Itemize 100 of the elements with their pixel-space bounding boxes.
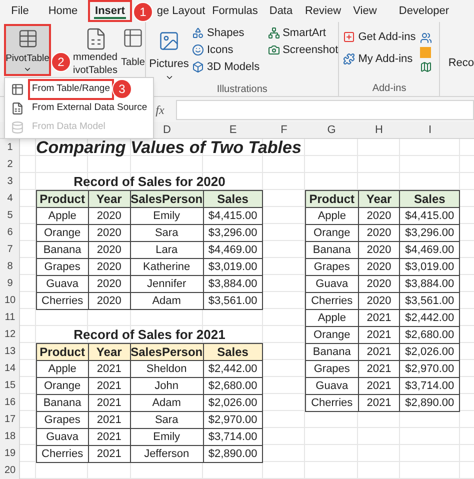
- row-number[interactable]: 14: [0, 360, 20, 377]
- table-cell: Cherries: [306, 394, 358, 412]
- ribbon-item[interactable]: Screenshot: [268, 43, 338, 57]
- pivot-table-button[interactable]: PivotTable: [4, 24, 51, 76]
- ribbon-item[interactable]: Get Add-ins: [343, 30, 416, 44]
- row-number[interactable]: 15: [0, 377, 20, 394]
- column-heading: Year: [88, 190, 130, 208]
- button-label[interactable]: mmended: [73, 52, 118, 64]
- table-cell: Apple: [36, 360, 88, 378]
- ribbon-item[interactable]: SmartArt: [268, 26, 338, 40]
- row-number[interactable]: 7: [0, 241, 20, 258]
- table-cell: Guava: [36, 276, 88, 292]
- row-number[interactable]: 8: [0, 258, 20, 275]
- column-header[interactable]: H: [358, 122, 400, 139]
- row-number[interactable]: 13: [0, 343, 20, 360]
- column-header[interactable]: E: [203, 122, 263, 139]
- ribbon-item[interactable]: Shapes: [192, 26, 260, 40]
- menu-item[interactable]: From External Data Source: [28, 98, 152, 119]
- table-caption: Record of Sales for 2020: [72, 173, 226, 190]
- table-cell: 2021: [358, 360, 400, 378]
- ribbon-tab[interactable]: Home: [38, 0, 88, 22]
- row-number[interactable]: 1: [0, 139, 20, 156]
- column-heading: Sales: [400, 190, 460, 208]
- ribbon-tab[interactable]: ge Layout: [154, 0, 208, 22]
- column-header[interactable]: G: [305, 122, 358, 139]
- button-label[interactable]: Reco: [440, 22, 474, 96]
- map-icon[interactable]: [420, 61, 432, 73]
- formula-field[interactable]: [176, 100, 474, 120]
- table-cell: $2,970.00: [203, 412, 262, 428]
- row-number[interactable]: 11: [0, 309, 20, 326]
- row-number[interactable]: 2: [0, 156, 20, 173]
- table-cell: 2020: [358, 242, 400, 258]
- pictures-button[interactable]: Pictures: [150, 26, 188, 82]
- table-cell: $3,296.00: [400, 224, 460, 242]
- ribbon-tab[interactable]: Formulas: [208, 0, 262, 22]
- ribbon-tab[interactable]: Insert: [88, 0, 132, 22]
- function-icon[interactable]: fx: [150, 100, 170, 118]
- row-number[interactable]: 12: [0, 326, 20, 343]
- row-number[interactable]: 19: [0, 445, 20, 462]
- button-label[interactable]: ivotTables: [73, 65, 118, 77]
- column-header[interactable]: I: [400, 122, 460, 139]
- ribbon-tab[interactable]: Developer: [384, 0, 464, 22]
- table-cell: $2,970.00: [400, 360, 460, 378]
- diagram-icon: [268, 27, 280, 39]
- table-cell: Adam: [130, 394, 204, 412]
- row-number[interactable]: 18: [0, 428, 20, 445]
- ribbon-tab[interactable]: View: [346, 0, 384, 22]
- table-cell: Orange: [306, 326, 358, 344]
- table-cell: John: [130, 378, 204, 394]
- table-cell: $3,884.00: [400, 276, 460, 292]
- table-cell: Katherine: [130, 258, 204, 276]
- table-cell: Grapes: [36, 412, 88, 428]
- table-cell: $2,442.00: [400, 310, 460, 326]
- column-header[interactable]: F: [263, 122, 305, 139]
- group-label: Illustrations: [216, 82, 268, 96]
- table-cell: 2021: [88, 412, 130, 428]
- table-cell: Emily: [130, 428, 204, 446]
- table-cell: Cherries: [36, 446, 88, 462]
- table-cell: 2020: [88, 208, 130, 224]
- menu-item[interactable]: From Table/Range: [28, 79, 114, 100]
- table-cell: Jennifer: [130, 276, 204, 292]
- ribbon-tab[interactable]: Review: [300, 0, 346, 22]
- ribbon-item[interactable]: 3D Models: [192, 60, 260, 74]
- ribbon-tab[interactable]: File: [2, 0, 38, 22]
- table-cell: 2021: [88, 394, 130, 412]
- table-cell: $4,469.00: [400, 242, 460, 258]
- row-number[interactable]: 10: [0, 292, 20, 309]
- row-number[interactable]: 6: [0, 224, 20, 241]
- table-cell: Banana: [306, 242, 358, 258]
- table-cell: 2020: [358, 208, 400, 224]
- table-cell: 2020: [358, 292, 400, 310]
- table-cell: Sheldon: [130, 360, 204, 378]
- table-cell: 2021: [88, 428, 130, 446]
- table-cell: Grapes: [306, 258, 358, 276]
- table-button[interactable]: Table: [121, 24, 145, 70]
- table-cell: Banana: [36, 242, 88, 258]
- table-cell: Cherries: [36, 292, 88, 310]
- table-cell: $3,561.00: [203, 292, 262, 310]
- row-number[interactable]: 20: [0, 462, 20, 479]
- table-cell: 2020: [358, 276, 400, 292]
- column-heading: Sales: [203, 190, 262, 208]
- ribbon-item[interactable]: My Add-ins: [343, 52, 416, 66]
- row-number[interactable]: 9: [0, 275, 20, 292]
- row-number[interactable]: 17: [0, 411, 20, 428]
- shapes-icon: [192, 27, 204, 39]
- ribbon-tab[interactable]: Data: [262, 0, 300, 22]
- column-heading: SalesPerson: [130, 344, 204, 360]
- column-heading: Year: [358, 190, 400, 208]
- row-number[interactable]: 16: [0, 394, 20, 411]
- table-caption: Record of Sales for 2021: [72, 326, 226, 343]
- table-cell: 2020: [358, 258, 400, 276]
- table-cell: 2021: [358, 394, 400, 412]
- row-number[interactable]: 4: [0, 190, 20, 207]
- ribbon-item[interactable]: Icons: [192, 43, 260, 57]
- row-number[interactable]: 5: [0, 207, 20, 224]
- table-cell: $2,890.00: [400, 394, 460, 412]
- row-number[interactable]: 3: [0, 173, 20, 190]
- table-cell: 2020: [358, 224, 400, 242]
- table-icon: [11, 83, 24, 96]
- people-icon[interactable]: [420, 32, 432, 44]
